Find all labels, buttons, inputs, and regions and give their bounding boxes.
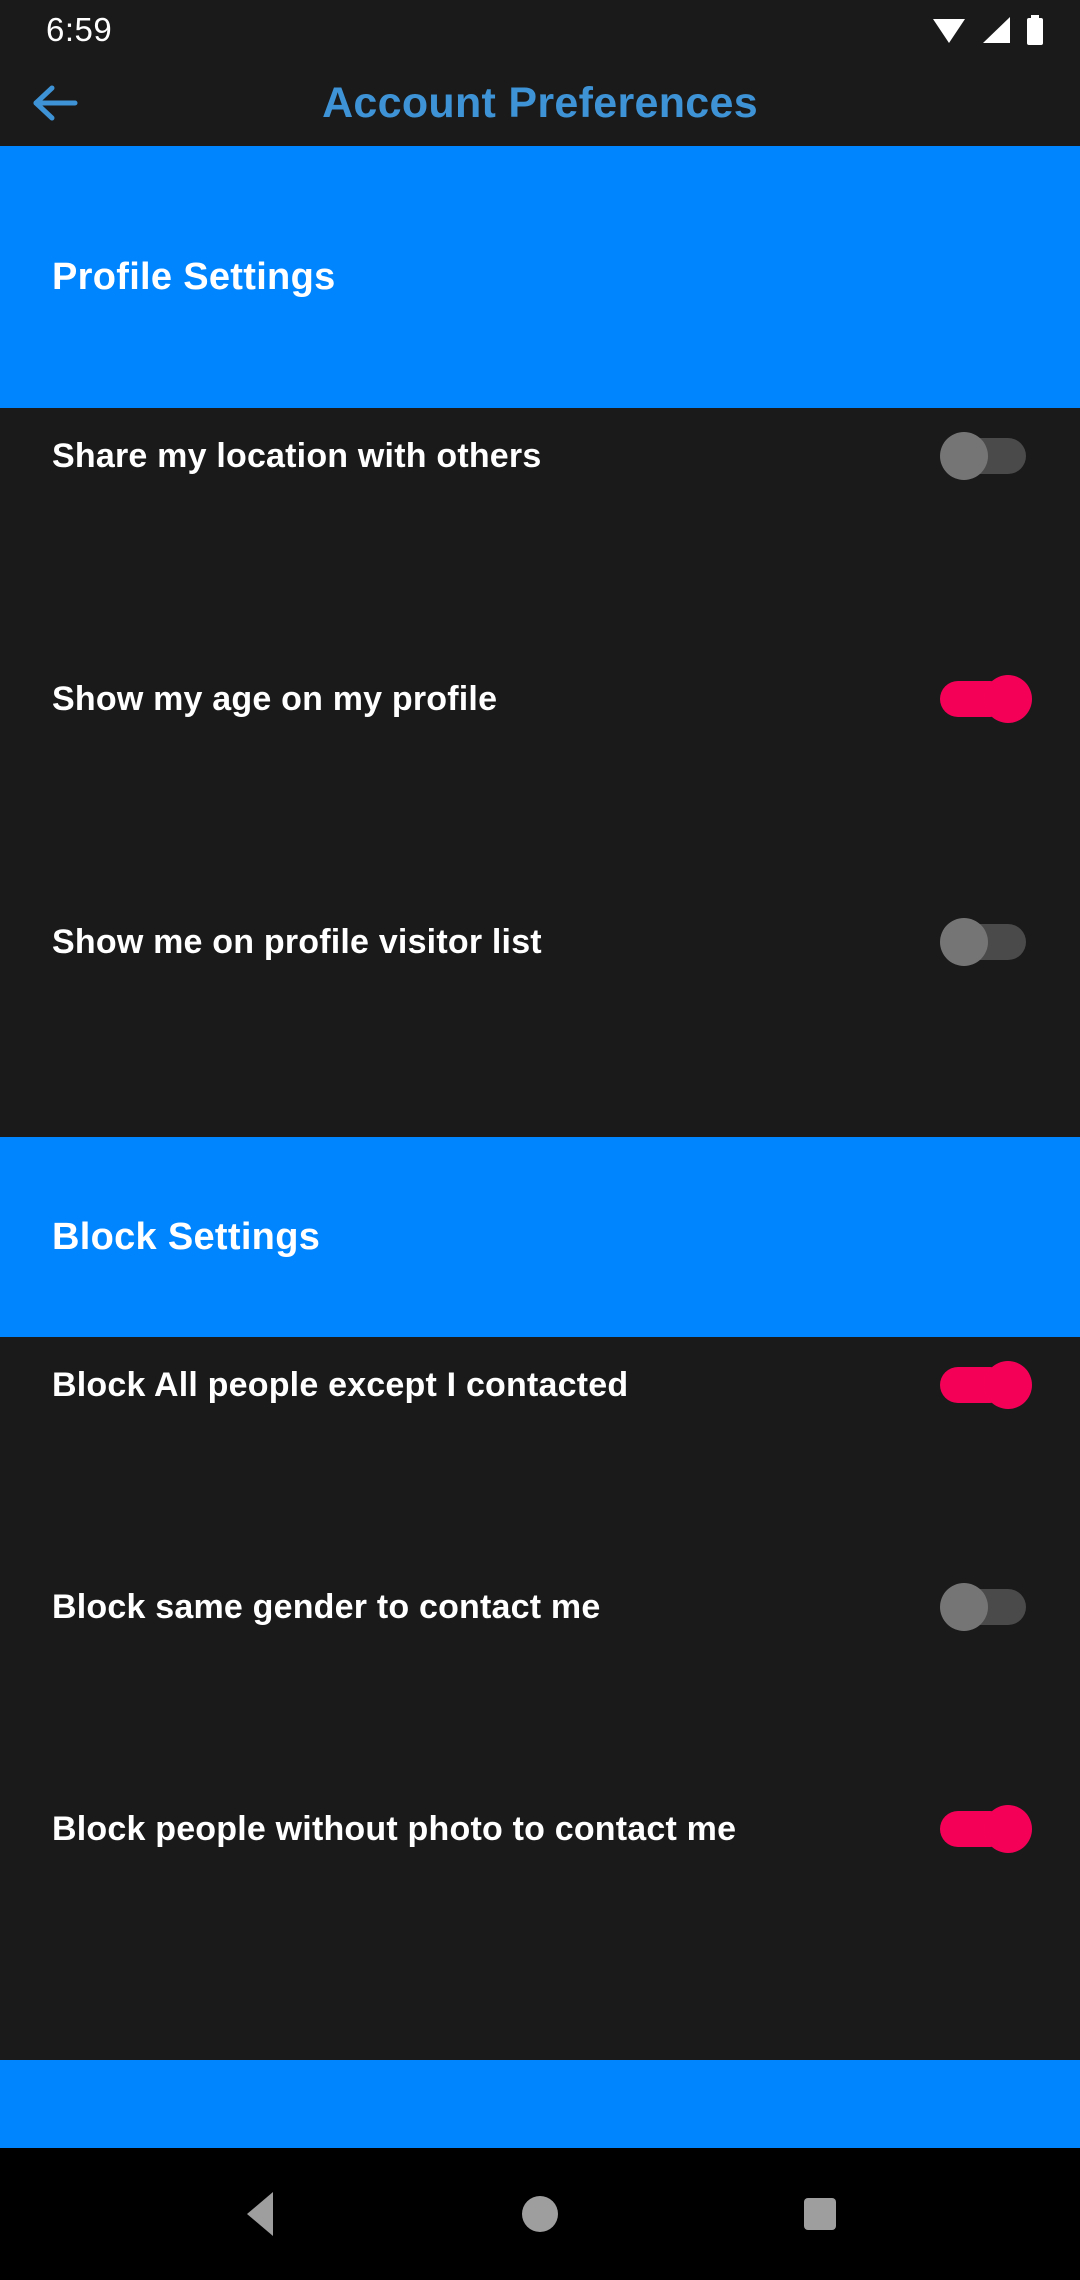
square-recents-icon [804, 2198, 836, 2230]
nav-home-button[interactable] [495, 2169, 585, 2259]
setting-label-block-same-gender: Block same gender to contact me [52, 1587, 601, 1626]
status-bar: 6:59 [0, 0, 1080, 60]
section-title-profile-settings: Profile Settings [52, 255, 336, 298]
nav-back-button[interactable] [215, 2169, 305, 2259]
toggle-share-location[interactable] [940, 432, 1032, 480]
setting-row-block-same-gender[interactable]: Block same gender to contact me [0, 1559, 1080, 1781]
status-bar-icons [932, 15, 1044, 45]
arrow-back-icon [33, 85, 78, 121]
setting-row-profile-visitor-list[interactable]: Show me on profile visitor list [0, 894, 1080, 1137]
setting-row-block-without-photo[interactable]: Block people without photo to contact me [0, 1781, 1080, 2003]
cellular-signal-icon [983, 17, 1010, 43]
toggle-block-same-gender[interactable] [940, 1583, 1032, 1631]
status-bar-clock: 6:59 [46, 11, 113, 48]
toggle-thumb [940, 432, 988, 480]
setting-label-show-age: Show my age on my profile [52, 679, 498, 718]
nav-recents-button[interactable] [775, 2169, 865, 2259]
triangle-back-icon [247, 2192, 273, 2236]
android-navigation-bar [0, 2148, 1080, 2280]
section-header-profile-settings: Profile Settings [0, 146, 1080, 408]
toggle-thumb [984, 675, 1032, 723]
back-button[interactable] [0, 60, 110, 146]
toggle-thumb [984, 1361, 1032, 1409]
circle-home-icon [522, 2196, 558, 2232]
toggle-show-age[interactable] [940, 675, 1032, 723]
setting-label-profile-visitor-list: Show me on profile visitor list [52, 922, 542, 961]
setting-label-block-all-except-contacted: Block All people except I contacted [52, 1365, 629, 1404]
section-header-block-settings: Block Settings [0, 1137, 1080, 1337]
toggle-thumb [940, 918, 988, 966]
content-spacer [0, 2003, 1080, 2060]
battery-icon [1027, 15, 1043, 45]
setting-row-block-all-except-contacted[interactable]: Block All people except I contacted [0, 1337, 1080, 1559]
app-bar: Account Preferences [0, 60, 1080, 146]
setting-row-share-location[interactable]: Share my location with others [0, 408, 1080, 651]
setting-label-block-without-photo: Block people without photo to contact me [52, 1809, 737, 1848]
toggle-thumb [984, 1805, 1032, 1853]
profile-settings-rows: Share my location with others Show my ag… [0, 408, 1080, 1137]
wifi-icon [933, 19, 965, 43]
toggle-block-without-photo[interactable] [940, 1805, 1032, 1853]
toggle-block-all-except-contacted[interactable] [940, 1361, 1032, 1409]
block-settings-rows: Block All people except I contacted Bloc… [0, 1337, 1080, 2003]
phone-screen: 6:59 Account Preferences Profile Setting… [0, 0, 1080, 2280]
page-title: Account Preferences [322, 78, 758, 127]
footer-band [0, 2060, 1080, 2148]
section-title-block-settings: Block Settings [52, 1215, 321, 1258]
setting-row-show-age[interactable]: Show my age on my profile [0, 651, 1080, 894]
toggle-thumb [940, 1583, 988, 1631]
toggle-profile-visitor-list[interactable] [940, 918, 1032, 966]
setting-label-share-location: Share my location with others [52, 436, 542, 475]
